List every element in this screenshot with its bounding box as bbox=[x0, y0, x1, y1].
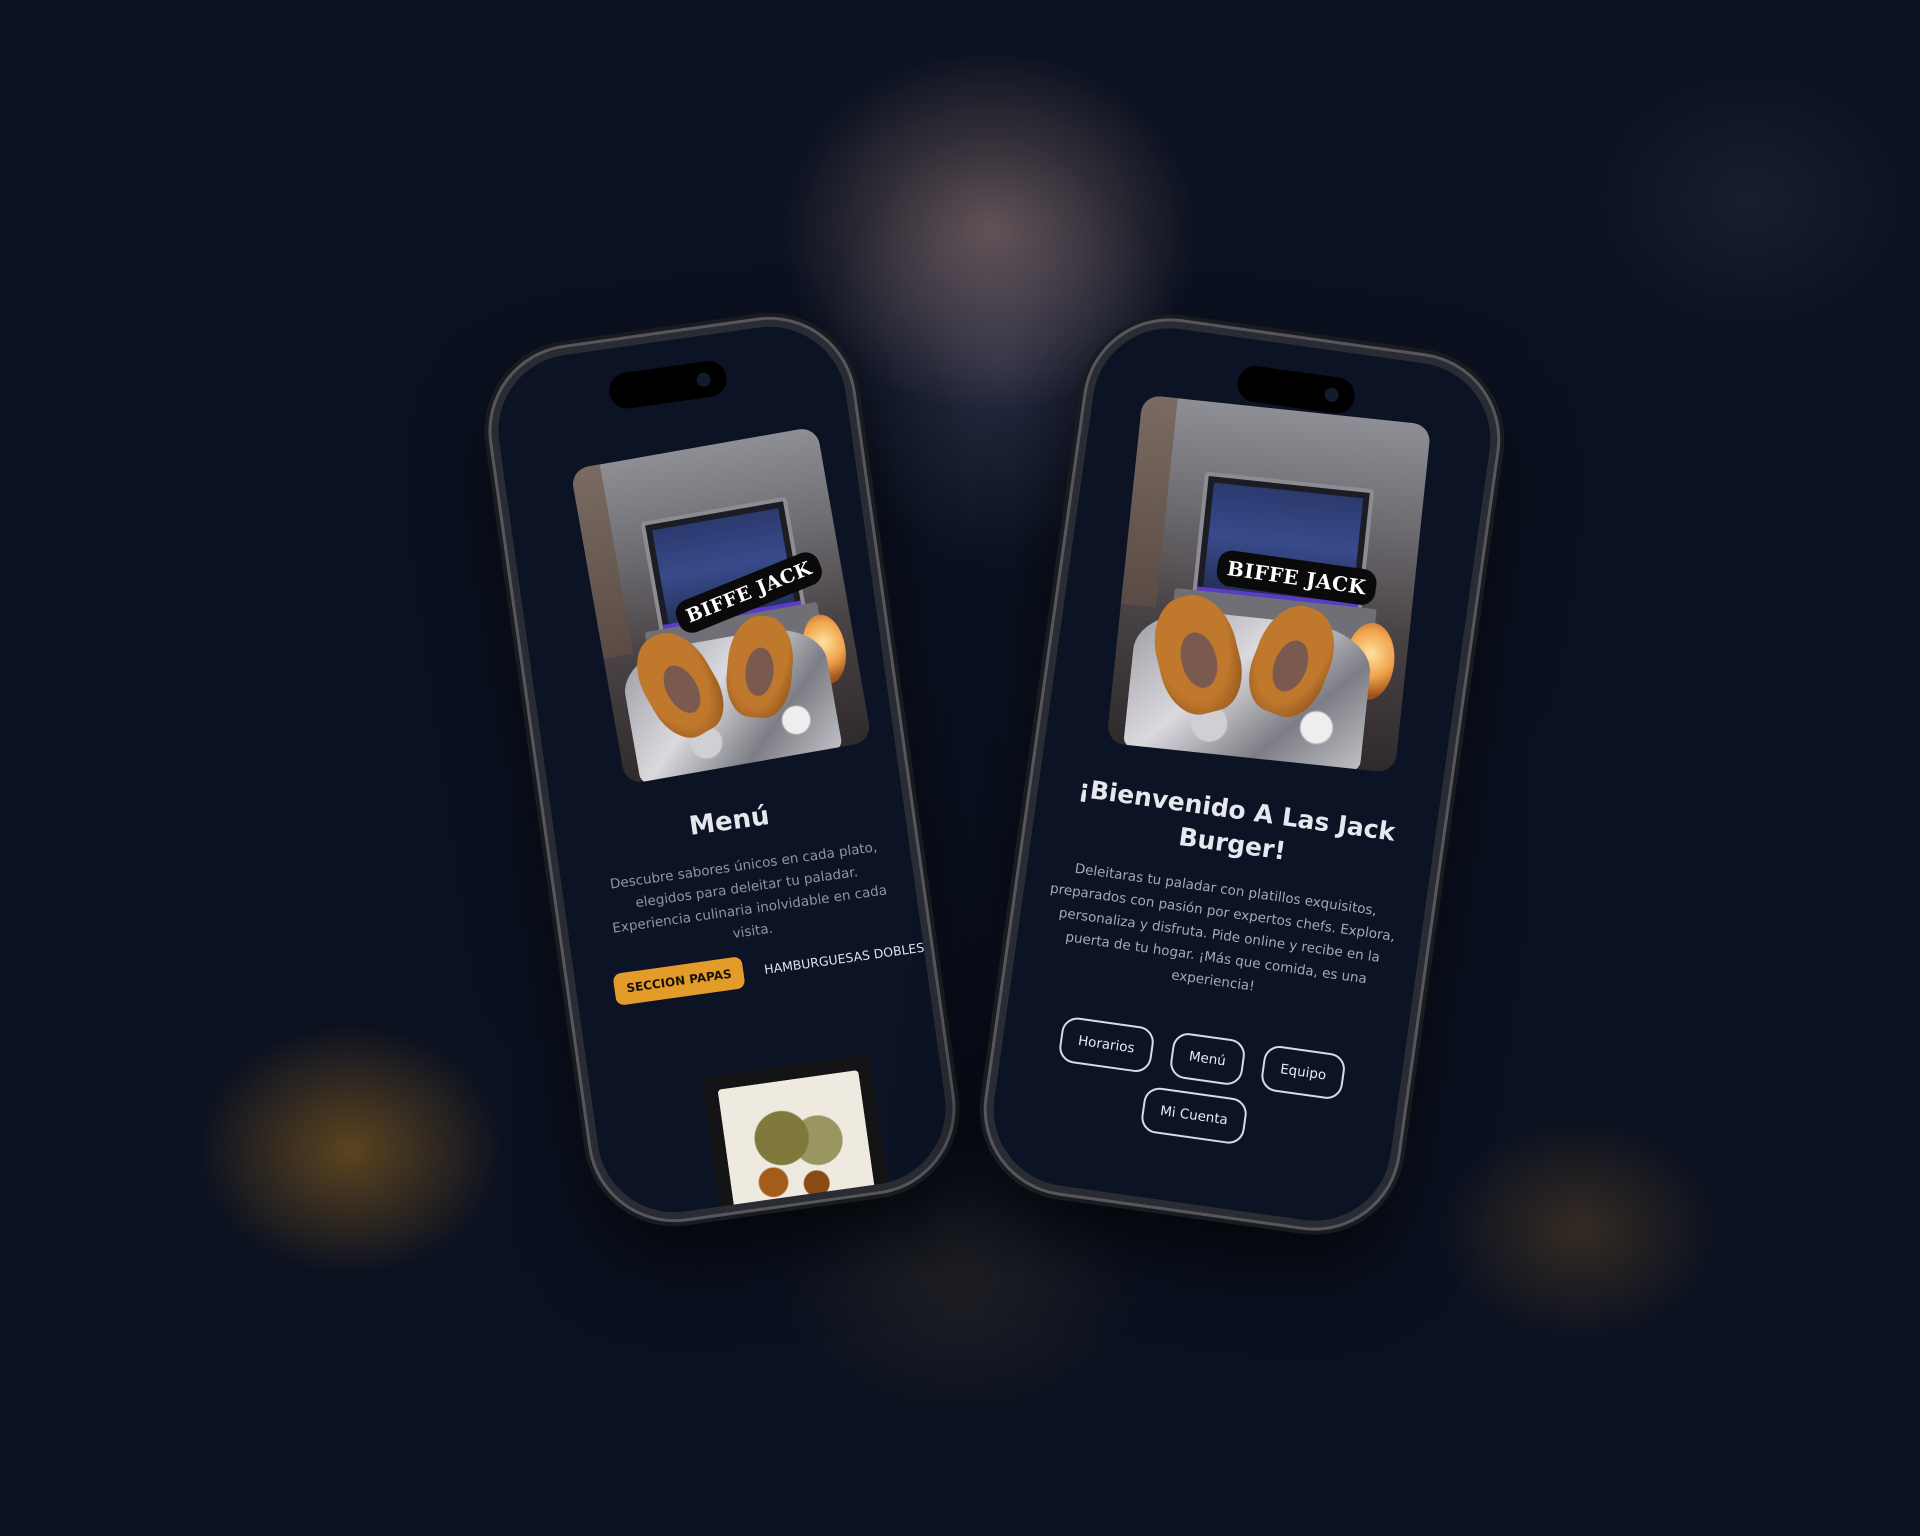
dynamic-island bbox=[607, 358, 729, 411]
tab-hamburguesas[interactable]: HAI bbox=[944, 933, 964, 951]
horarios-button[interactable]: Horarios bbox=[1057, 1015, 1156, 1074]
tab-hamburguesas-dobles[interactable]: HAMBURGUESAS DOBLES bbox=[763, 939, 925, 976]
phone-menu-screen: BIFFE JACK Menú Descubre sabores únicos … bbox=[480, 308, 964, 1231]
hero-photo: BIFFE JACK bbox=[1106, 394, 1432, 774]
hero-photo: BIFFE JACK bbox=[570, 426, 873, 785]
fries-plate-image bbox=[717, 1069, 878, 1231]
menu-button[interactable]: Menú bbox=[1167, 1031, 1247, 1087]
phone-home-screen: BIFFE JACK ¡Bienvenido A Las Jack Burger… bbox=[975, 310, 1509, 1239]
mockup-stage: BIFFE JACK Menú Descubre sabores únicos … bbox=[0, 0, 1920, 1536]
menu-item-image[interactable] bbox=[701, 1054, 894, 1231]
equipo-button[interactable]: Equipo bbox=[1259, 1043, 1348, 1101]
home-nav: Horarios Menú Equipo Mi Cuenta bbox=[1012, 1004, 1385, 1169]
mi-cuenta-button[interactable]: Mi Cuenta bbox=[1139, 1085, 1249, 1146]
tab-seccion-papas[interactable]: SECCION PAPAS bbox=[612, 956, 746, 1006]
